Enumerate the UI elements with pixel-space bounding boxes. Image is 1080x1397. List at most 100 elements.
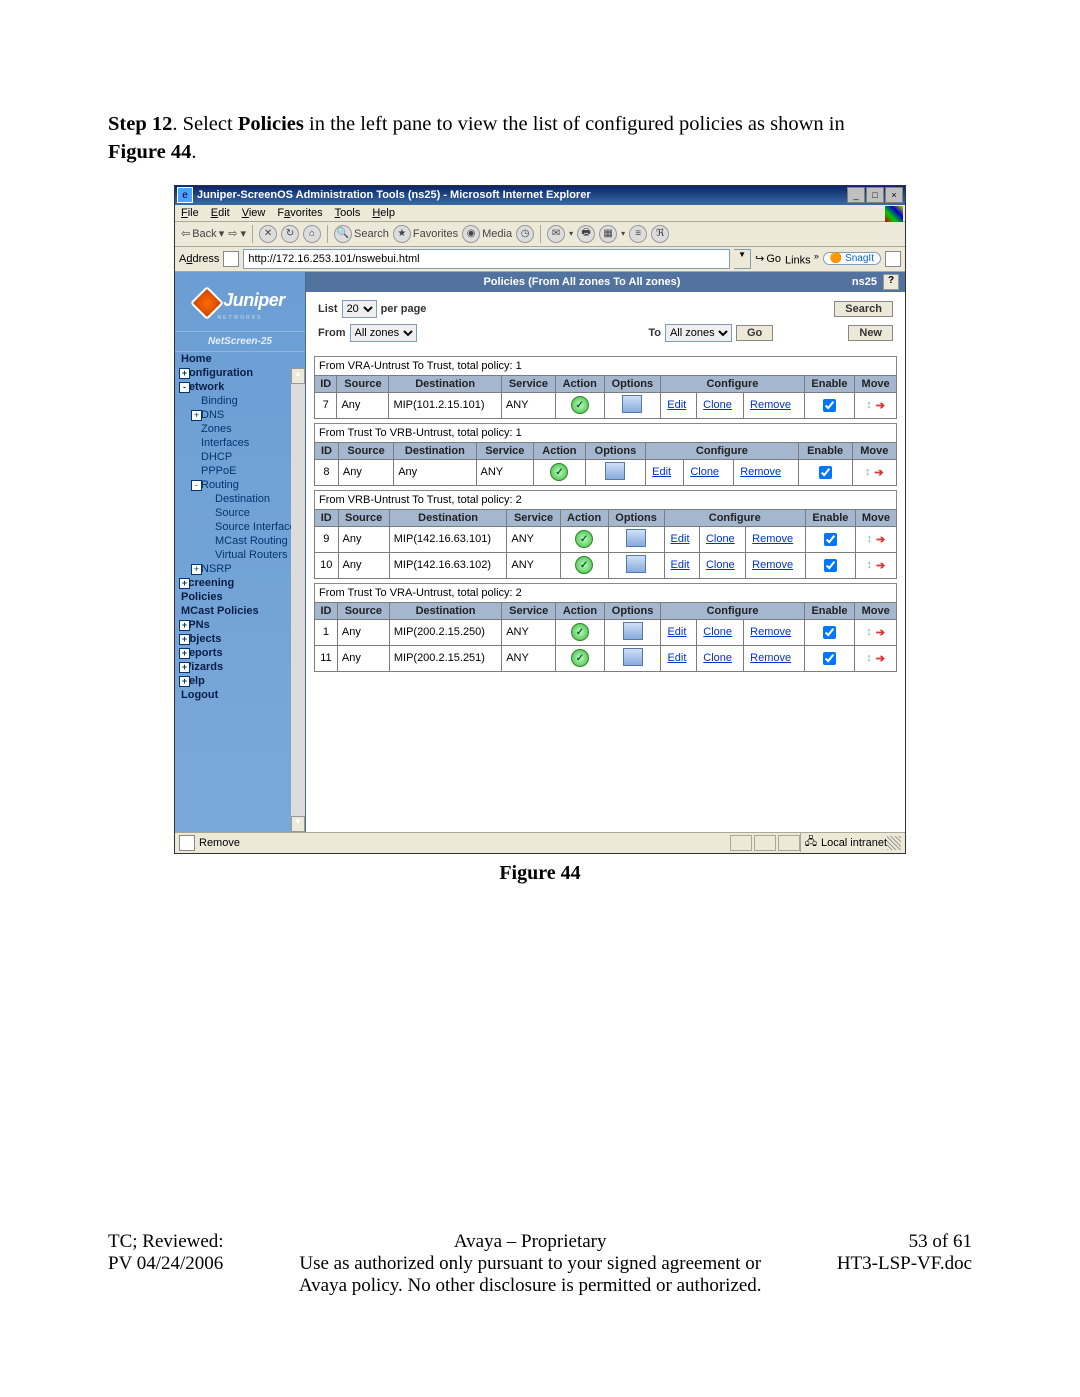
nav-item-binding[interactable]: Binding [175,394,305,408]
tree-expander-icon[interactable]: + [179,578,190,589]
home-icon[interactable]: ⌂ [303,225,321,243]
favorites-button[interactable]: ★Favorites [393,225,458,243]
nav-item-home[interactable]: Home [175,352,305,366]
refresh-icon[interactable]: ↻ [281,225,299,243]
stop-icon[interactable]: ✕ [259,225,277,243]
remove-link[interactable]: Remove [750,626,791,638]
clone-link[interactable]: Clone [706,533,735,545]
menu-tools[interactable]: Tools [335,207,361,219]
search-button[interactable]: Search [834,301,893,317]
snagit-button[interactable]: 🟠 SnagIt [823,252,881,265]
go-filter-button[interactable]: Go [736,325,773,341]
menu-help[interactable]: Help [372,207,395,219]
address-dropdown[interactable]: ▼ [734,249,751,269]
tree-expander-icon[interactable]: + [179,662,190,673]
clone-link[interactable]: Clone [706,559,735,571]
nav-item-mcast-policies[interactable]: MCast Policies [175,604,305,618]
move-updown-icon[interactable]: ↕ [866,626,872,638]
remove-link[interactable]: Remove [752,559,793,571]
move-arrow-icon[interactable]: ➔ [876,533,885,546]
tree-expander-icon[interactable]: + [179,634,190,645]
tree-expander-icon[interactable]: + [191,564,202,575]
nav-item-reports[interactable]: +Reports [175,646,305,660]
nav-item-mcast-routing[interactable]: MCast Routing [175,534,305,548]
enable-checkbox[interactable] [819,466,832,479]
back-button[interactable]: ⇦Back ▾ [181,227,224,240]
research-icon[interactable]: ℜ [651,225,669,243]
new-button[interactable]: New [848,325,893,341]
nav-item-logout[interactable]: Logout [175,688,305,702]
close-button[interactable]: × [885,187,903,203]
move-updown-icon[interactable]: ↕ [866,399,872,411]
move-arrow-icon[interactable]: ➔ [874,466,883,479]
print-icon[interactable]: 🖶 [577,225,595,243]
nav-item-vpns[interactable]: +VPNs [175,618,305,632]
nav-item-source[interactable]: Source [175,506,305,520]
edit-link[interactable]: Edit [671,533,690,545]
minimize-button[interactable]: _ [847,187,865,203]
move-arrow-icon[interactable]: ➔ [876,626,885,639]
tree-expander-icon[interactable]: + [179,368,190,379]
from-zone-select[interactable]: All zones [350,324,417,342]
nav-item-dns[interactable]: +DNS [175,408,305,422]
clone-link[interactable]: Clone [703,626,732,638]
resize-grip[interactable] [887,836,901,850]
clone-link[interactable]: Clone [703,399,732,411]
nav-item-configuration[interactable]: +Configuration [175,366,305,380]
mail-icon[interactable]: ✉ [547,225,565,243]
log-option-icon[interactable] [623,648,643,666]
enable-checkbox[interactable] [823,626,836,639]
menu-favorites[interactable]: Favorites [277,207,322,219]
nav-item-zones[interactable]: Zones [175,422,305,436]
log-option-icon[interactable] [626,529,646,547]
history-icon[interactable]: ◷ [516,225,534,243]
menu-view[interactable]: View [242,207,266,219]
remove-link[interactable]: Remove [750,652,791,664]
enable-checkbox[interactable] [824,533,837,546]
nav-item-nsrp[interactable]: +NSRP [175,562,305,576]
maximize-button[interactable]: □ [866,187,884,203]
menu-edit[interactable]: Edit [211,207,230,219]
address-input[interactable] [243,249,730,269]
go-button[interactable]: ↪ Go [755,252,781,265]
snagit-capture-icon[interactable] [885,251,901,267]
to-zone-select[interactable]: All zones [665,324,732,342]
nav-item-network[interactable]: -Network [175,380,305,394]
move-updown-icon[interactable]: ↕ [867,559,873,571]
nav-item-virtual-routers[interactable]: Virtual Routers [175,548,305,562]
remove-link[interactable]: Remove [740,466,781,478]
edit-link[interactable]: Edit [667,652,686,664]
tree-expander-icon[interactable]: + [179,648,190,659]
tree-expander-icon[interactable]: + [191,410,202,421]
move-arrow-icon[interactable]: ➔ [876,652,885,665]
tree-expander-icon[interactable]: + [179,676,190,687]
nav-item-interfaces[interactable]: Interfaces [175,436,305,450]
clone-link[interactable]: Clone [703,652,732,664]
edit-link[interactable]: Edit [652,466,671,478]
move-arrow-icon[interactable]: ➔ [876,559,885,572]
log-option-icon[interactable] [605,462,625,480]
per-page-select[interactable]: 20 [342,300,377,318]
edit-link[interactable]: Edit [667,626,686,638]
move-arrow-icon[interactable]: ➔ [876,399,885,412]
forward-button[interactable]: ⇨ ▾ [228,227,246,240]
tree-expander-icon[interactable]: + [179,620,190,631]
clone-link[interactable]: Clone [690,466,719,478]
nav-item-wizards[interactable]: +Wizards [175,660,305,674]
links-label[interactable]: Links » [785,251,819,267]
tree-expander-icon[interactable]: - [179,382,190,393]
discuss-icon[interactable]: ≡ [629,225,647,243]
nav-item-policies[interactable]: Policies [175,590,305,604]
nav-item-screening[interactable]: +Screening [175,576,305,590]
log-option-icon[interactable] [623,622,643,640]
tree-expander-icon[interactable]: - [191,480,202,491]
search-button[interactable]: 🔍Search [334,225,389,243]
nav-item-routing[interactable]: -Routing [175,478,305,492]
media-button[interactable]: ◉Media [462,225,512,243]
help-button[interactable]: ? [883,274,899,290]
move-updown-icon[interactable]: ↕ [867,533,873,545]
enable-checkbox[interactable] [824,559,837,572]
move-updown-icon[interactable]: ↕ [866,652,872,664]
enable-checkbox[interactable] [823,399,836,412]
edit-icon[interactable]: ▦ [599,225,617,243]
